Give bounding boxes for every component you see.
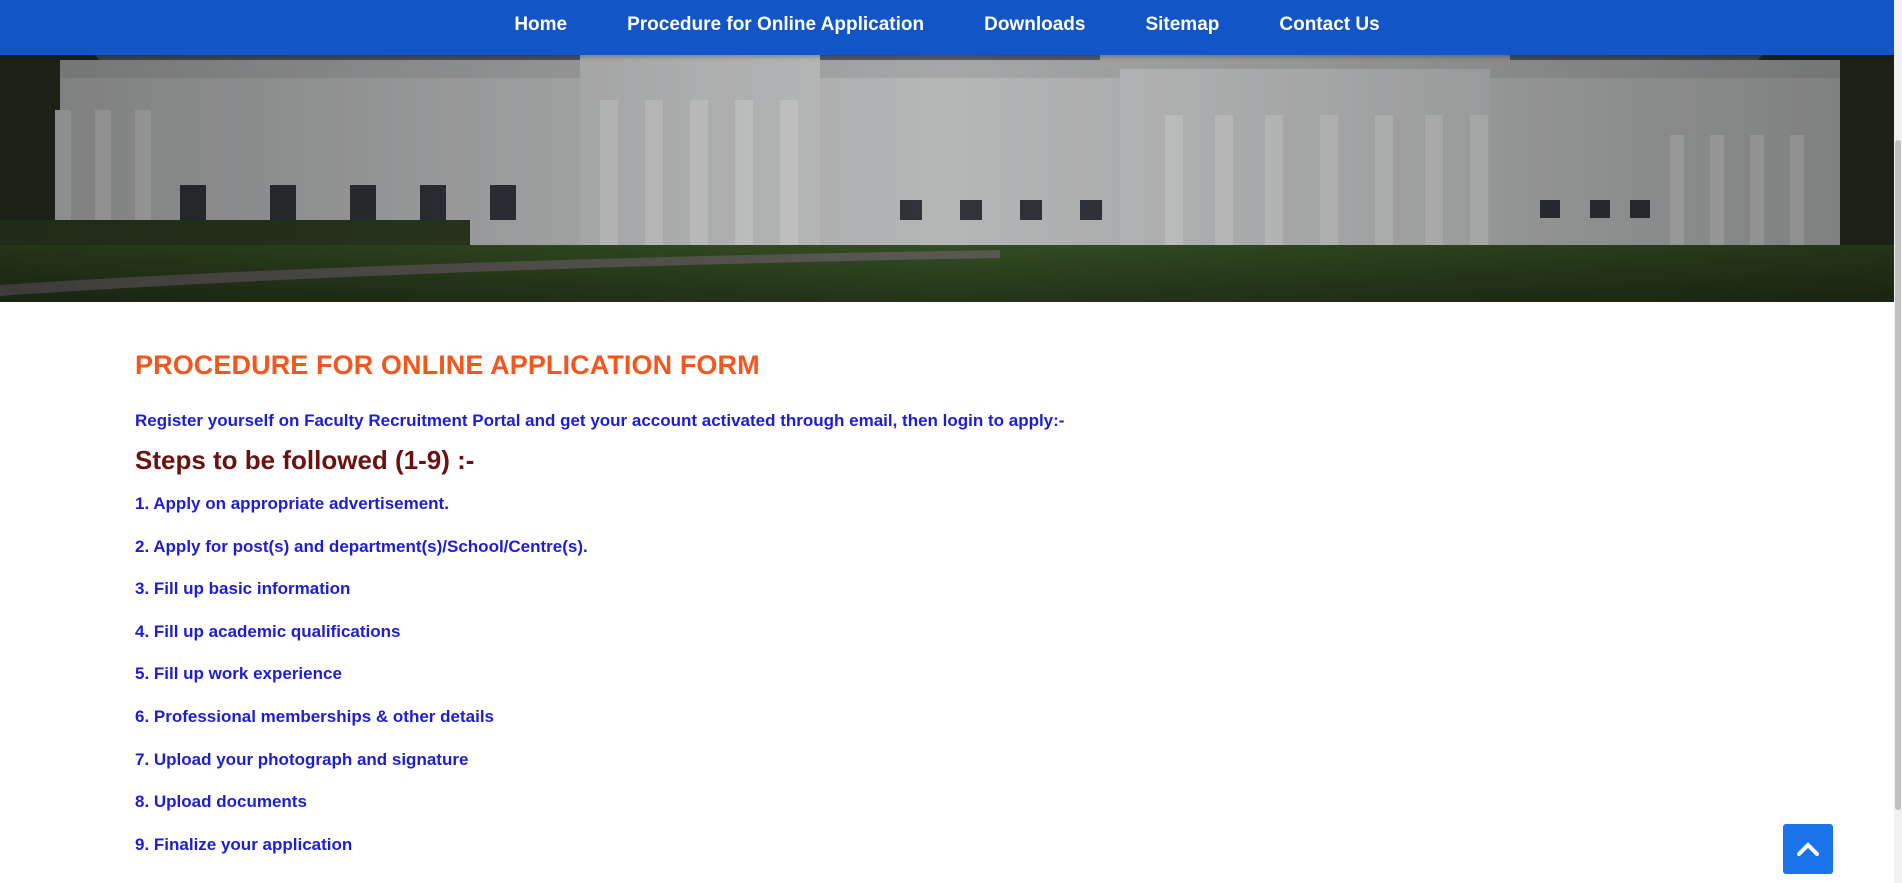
intro-text: Register yourself on Faculty Recruitment… [135,411,1065,430]
step-item: 4. Fill up academic qualifications [135,621,401,641]
step-item: 6. Professional memberships & other deta… [135,706,495,726]
step-item: 2. Apply for post(s) and department(s)/S… [135,536,588,556]
page-title: PROCEDURE FOR ONLINE APPLICATION FORM [135,350,760,380]
back-to-top-button[interactable] [1783,824,1833,874]
main-content: PROCEDURE FOR ONLINE APPLICATION FORM Re… [135,350,1635,877]
main-navigation: Home Procedure for Online Application Do… [0,0,1894,55]
step-item: 3. Fill up basic information [135,579,351,599]
nav-list: Home Procedure for Online Application Do… [484,0,1409,36]
nav-item-home[interactable]: Home [484,0,597,36]
nav-item-contact[interactable]: Contact Us [1249,0,1409,36]
page-scrollbar[interactable] [1894,0,1902,883]
nav-item-sitemap[interactable]: Sitemap [1115,0,1249,36]
step-item: 1. Apply on appropriate advertisement. [135,494,449,513]
nav-item-procedure[interactable]: Procedure for Online Application [597,0,954,36]
step-item: 8. Upload documents [135,792,307,812]
steps-list: 1. Apply on appropriate advertisement. 2… [135,494,1635,877]
step-item: 9. Finalize your application [135,834,353,854]
chevron-up-icon [1797,842,1819,856]
step-item: 5. Fill up work experience [135,664,342,684]
step-item: 7. Upload your photograph and signature [135,749,469,769]
nav-item-downloads[interactable]: Downloads [954,0,1115,36]
steps-heading: Steps to be followed (1-9) :- [135,445,475,475]
page: Home Procedure for Online Application Do… [0,0,1902,883]
scrollbar-thumb[interactable] [1895,140,1901,810]
